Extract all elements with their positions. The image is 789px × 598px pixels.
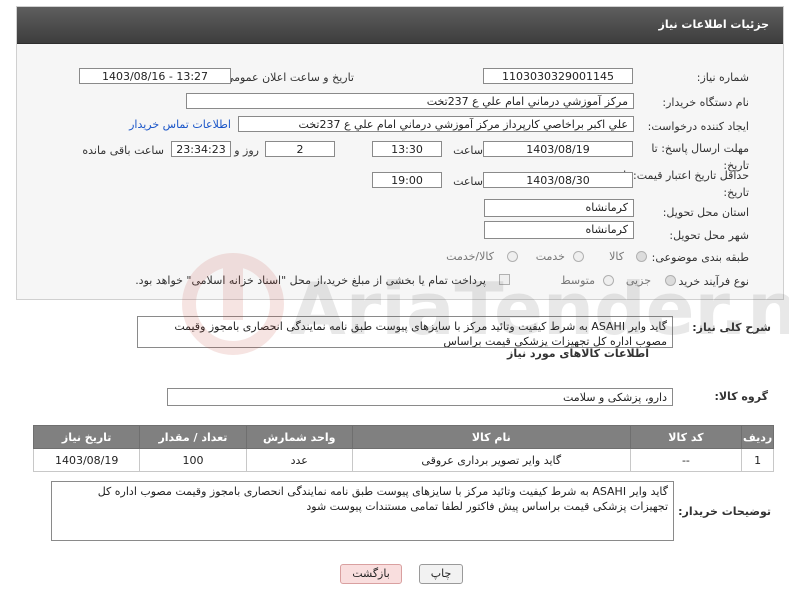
row-quantity: 100: [139, 448, 247, 472]
treasury-payment-note: پرداخت تمام یا بخشی از مبلغ خرید،از محل …: [135, 274, 486, 287]
need-number-field: 1103030329001145: [483, 68, 633, 84]
col-name: نام کالا: [351, 425, 631, 449]
row-unit: عدد: [245, 448, 353, 472]
creator-label: ایجاد کننده درخواست:: [647, 120, 749, 133]
treasury-payment-checkbox[interactable]: [499, 274, 510, 285]
category-goods-radio[interactable]: [636, 251, 647, 262]
back-button[interactable]: بازگشت: [340, 564, 402, 584]
row-name: گاید وایر تصویر برداری عروقی: [351, 448, 631, 472]
announce-field: 1403/08/16 - 13:27: [79, 68, 231, 84]
need-number-label: شماره نیاز:: [696, 71, 749, 84]
col-unit: واحد شمارش: [245, 425, 353, 449]
deadline-time-label: ساعت: [453, 144, 483, 157]
days-label: روز و: [234, 144, 259, 157]
category-service-radio[interactable]: [573, 251, 584, 262]
category-service-label: خدمت: [535, 250, 565, 263]
goods-section-title: اطلاعات کالاهای مورد نیاز: [507, 347, 649, 360]
buyer-field: مرکز آموزشي درماني امام علي ع 237تخت: [186, 93, 634, 109]
deadline-date-field: 1403/08/19: [483, 141, 633, 157]
validity-date-field: 1403/08/30: [483, 172, 633, 188]
summary-label: شرح کلی نیاز:: [692, 321, 771, 334]
buyer-contact-link[interactable]: اطلاعات تماس خریدار: [129, 118, 231, 131]
row-index: 1: [741, 448, 774, 472]
print-button[interactable]: چاپ: [419, 564, 463, 584]
validity-time-label: ساعت: [453, 175, 483, 188]
col-code: کد کالا: [629, 425, 743, 449]
col-date: تاریخ نیاز: [32, 425, 141, 449]
buyer-label: نام دستگاه خریدار:: [662, 96, 749, 109]
category-goods-label: کالا: [609, 250, 624, 263]
row-code: --: [629, 448, 743, 472]
process-minor-label: جزیی: [625, 274, 651, 287]
category-goods-service-label: کالا/خدمت: [446, 250, 494, 263]
col-quantity: تعداد / مقدار: [139, 425, 247, 449]
process-label: نوع فرآیند خرید :: [671, 275, 749, 288]
summary-textarea: گاید وایر ASAHI به شرط کیفیت وتائید مرکز…: [137, 316, 673, 348]
goods-group-label: گروه کالا:: [714, 390, 768, 403]
table-row: 1 -- گاید وایر تصویر برداری عروقی عدد 10…: [32, 448, 774, 472]
province-label: استان محل تحویل:: [662, 206, 749, 219]
goods-table-header: ردیف کد کالا نام کالا واحد شمارش تعداد /…: [32, 425, 774, 449]
goods-group-field: دارو، پزشکی و سلامت: [167, 388, 673, 406]
validity-time-field: 19:00: [372, 172, 442, 188]
remaining-label: ساعت باقی مانده: [82, 144, 164, 157]
category-goods-service-radio[interactable]: [507, 251, 518, 262]
creator-field: علي اکبر براخاصي کارپرداز مرکز آموزشي در…: [238, 116, 634, 132]
col-row: ردیف: [741, 425, 774, 449]
process-medium-radio[interactable]: [603, 275, 614, 286]
buyer-notes-textarea: گاید وایر ASAHI به شرط کیفیت وتائید مرکز…: [51, 481, 674, 541]
buyer-notes-label: توضیحات خریدار:: [678, 505, 771, 518]
row-date: 1403/08/19: [32, 448, 141, 472]
announce-label: تاریخ و ساعت اعلان عمومی:: [221, 71, 354, 84]
remaining-time-field: 23:34:23: [171, 141, 231, 157]
panel-header: جزئیات اطلاعات نیاز: [17, 7, 783, 44]
panel-title: جزئیات اطلاعات نیاز: [658, 18, 770, 31]
goods-table: ردیف کد کالا نام کالا واحد شمارش تعداد /…: [32, 425, 774, 472]
validity-label: حداقل تاریخ اعتبار قیمت: تا تاریخ:: [623, 169, 749, 199]
city-field: کرمانشاه: [484, 221, 634, 239]
city-label: شهر محل تحویل:: [669, 229, 749, 242]
process-minor-radio[interactable]: [665, 275, 676, 286]
deadline-days-field: 2: [265, 141, 335, 157]
deadline-time-field: 13:30: [372, 141, 442, 157]
category-label: طبقه بندی موضوعی:: [651, 251, 749, 264]
process-medium-label: متوسط: [560, 274, 595, 287]
province-field: کرمانشاه: [484, 199, 634, 217]
